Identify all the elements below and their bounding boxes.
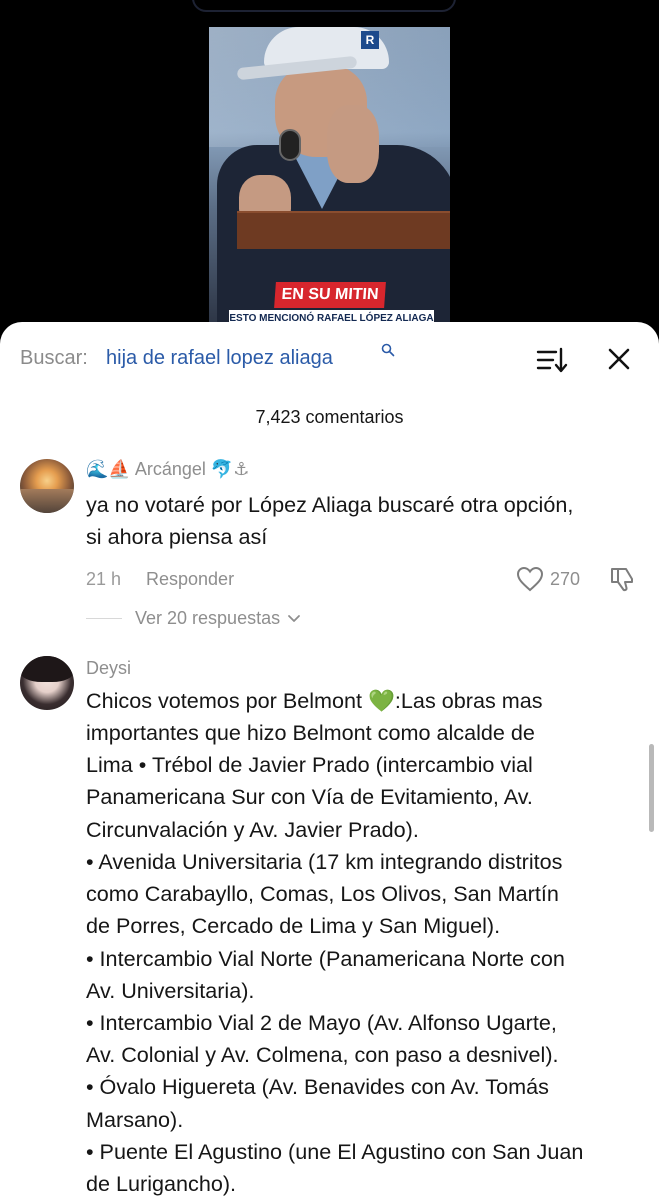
comment-text-line: de Porres, Cercado de Lima y San Miguel)… bbox=[86, 913, 501, 938]
close-icon[interactable] bbox=[604, 344, 634, 374]
comment-text-line: Lima • Trébol de Javier Prado (intercamb… bbox=[86, 752, 533, 777]
comment-text-line: • Intercambio Vial 2 de Mayo (Av. Alfons… bbox=[86, 1010, 557, 1035]
podium bbox=[237, 213, 450, 249]
video-banner-label: EN SU MITIN bbox=[274, 282, 386, 308]
reply-button[interactable]: Responder bbox=[146, 569, 234, 590]
comment-text-line: Circunvalación y Av. Javier Prado). bbox=[86, 817, 419, 842]
search-prefix-label: Buscar: bbox=[20, 347, 88, 369]
comments-sheet: Buscar: hija de rafael lopez aliaga 7,42… bbox=[0, 322, 659, 1200]
comment-text-line: • Puente El Agustino (une El Agustino co… bbox=[86, 1139, 584, 1164]
comment-text-line: ya no votaré por López Aliaga buscaré ot… bbox=[86, 492, 574, 517]
view-replies-button[interactable]: Ver 20 respuestas bbox=[135, 608, 301, 629]
comment-text-line: Panamericana Sur con Vía de Evitamiento,… bbox=[86, 784, 533, 809]
comment-text-line: Av. Colonial y Av. Colmena, con paso a d… bbox=[86, 1042, 559, 1067]
comment-text-line: de Lurigancho). bbox=[86, 1171, 237, 1196]
replies-divider bbox=[86, 618, 122, 619]
comments-count: 7,423 comentarios bbox=[255, 407, 404, 427]
comment-username[interactable]: 🌊⛵ Arcángel 🐬⚓ bbox=[86, 459, 249, 480]
comment-text-line: como Carabayllo, Comas, Los Olivos, San … bbox=[86, 881, 559, 906]
search-query-link[interactable]: hija de rafael lopez aliaga bbox=[106, 347, 333, 370]
comment-username[interactable]: Deysi bbox=[86, 658, 131, 679]
sort-icon[interactable] bbox=[536, 346, 568, 374]
avatar-image bbox=[20, 489, 74, 513]
avatar[interactable] bbox=[20, 459, 74, 513]
comment-text-line: Chicos votemos por Belmont 💚:Las obras m… bbox=[86, 688, 543, 713]
avatar[interactable] bbox=[20, 656, 74, 710]
thumbs-down-icon[interactable] bbox=[608, 565, 636, 593]
comment-text-line: • Intercambio Vial Norte (Panamericana N… bbox=[86, 946, 565, 971]
search-bar[interactable]: Buscar: hija de rafael lopez aliaga bbox=[0, 322, 659, 398]
chevron-down-icon bbox=[288, 615, 301, 622]
comment-text-line: si ahora piensa así bbox=[86, 524, 268, 549]
scrollbar[interactable] bbox=[649, 744, 654, 832]
heart-icon[interactable] bbox=[516, 566, 544, 592]
like-count: 270 bbox=[550, 569, 581, 589]
comment-text-line: Av. Universitaria). bbox=[86, 978, 255, 1003]
video-thumbnail[interactable]: R EN SU MITIN ESTO MENCIONÓ RAFAEL LÓPEZ… bbox=[209, 27, 450, 327]
microphone bbox=[279, 129, 301, 161]
video-player[interactable]: R EN SU MITIN ESTO MENCIONÓ RAFAEL LÓPEZ… bbox=[0, 0, 659, 340]
comment-timestamp: 21 h bbox=[86, 569, 122, 589]
video-speaker-hand bbox=[327, 105, 379, 183]
search-icon[interactable] bbox=[381, 343, 395, 357]
cap-logo: R bbox=[361, 31, 379, 49]
view-replies-label: Ver 20 respuestas bbox=[135, 608, 281, 628]
comment-text-line: • Avenida Universitaria (17 km integrand… bbox=[86, 849, 563, 874]
comment-text-line: importantes que hizo Belmont como alcald… bbox=[86, 720, 535, 745]
top-pill-outline bbox=[192, 0, 456, 12]
avatar-image bbox=[20, 656, 74, 682]
comment-text-line: • Óvalo Higuereta (Av. Benavides con Av.… bbox=[86, 1074, 549, 1099]
comment-text-line: Marsano). bbox=[86, 1107, 184, 1132]
